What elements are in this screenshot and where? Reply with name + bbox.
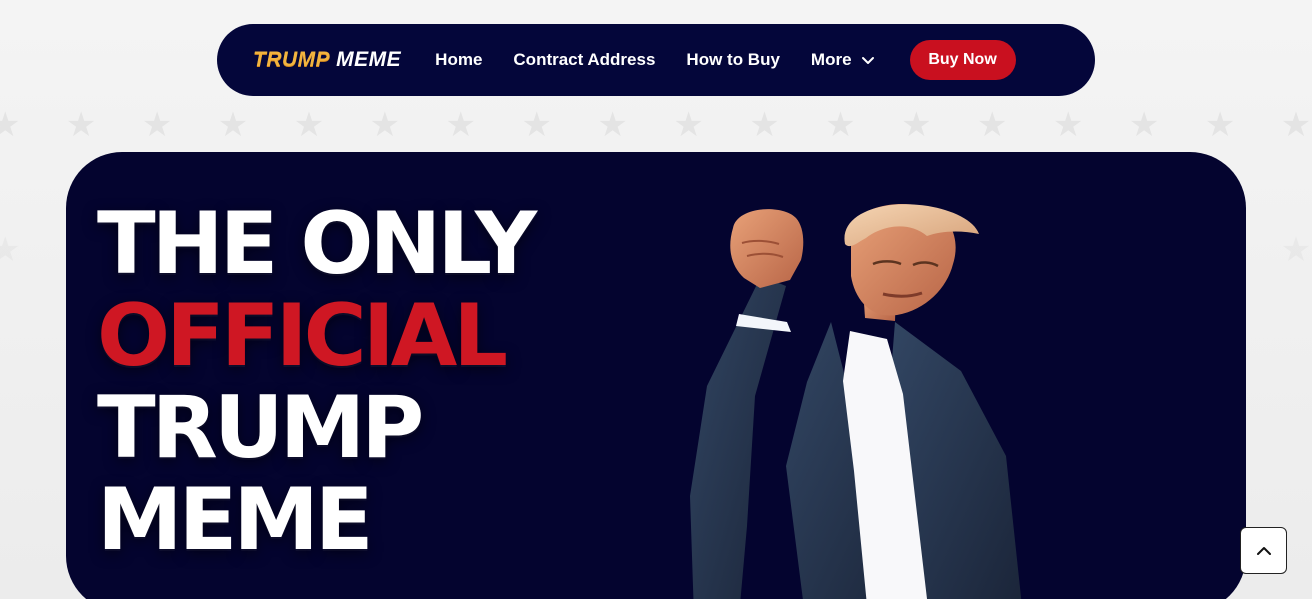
chevron-down-icon bbox=[861, 57, 874, 64]
hero-section: THE ONLY OFFICIAL TRUMP MEME bbox=[66, 152, 1246, 599]
nav-how-to-buy-link[interactable]: How to Buy bbox=[686, 50, 780, 70]
chevron-up-icon bbox=[1256, 546, 1271, 555]
fist bbox=[730, 209, 804, 288]
back-to-top-button[interactable] bbox=[1240, 527, 1287, 574]
hero-heading: THE ONLY OFFICIAL TRUMP MEME bbox=[97, 198, 567, 566]
nav-more-label: More bbox=[810, 50, 852, 69]
logo-trump-text: TRUMP bbox=[253, 48, 331, 71]
logo-meme-text: MEME bbox=[336, 48, 402, 71]
hero-heading-line-3: TRUMP bbox=[97, 378, 424, 478]
site-logo[interactable]: TRUMP MEME bbox=[253, 48, 401, 72]
buy-now-button[interactable]: Buy Now bbox=[909, 40, 1016, 80]
trump-fist-image bbox=[690, 203, 1022, 599]
hero-heading-line-1: THE ONLY bbox=[97, 194, 537, 294]
top-navigation: TRUMP MEME Home Contract Address How to … bbox=[217, 24, 1095, 96]
hero-heading-line-2: OFFICIAL bbox=[97, 286, 508, 386]
nav-contract-address-link[interactable]: Contract Address bbox=[513, 50, 655, 70]
nav-home-link[interactable]: Home bbox=[435, 50, 482, 70]
hero-heading-line-4: MEME bbox=[97, 470, 374, 570]
main-menu: Home Contract Address How to Buy More bbox=[435, 50, 875, 70]
nav-more-dropdown[interactable]: More bbox=[811, 50, 876, 70]
